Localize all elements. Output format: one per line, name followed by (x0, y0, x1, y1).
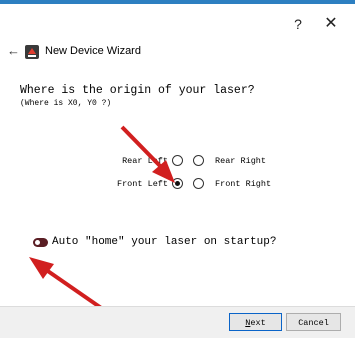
front-right-label: Front Right (215, 179, 272, 189)
rear-right-radio[interactable] (193, 155, 204, 166)
cancel-button[interactable]: Cancel (286, 313, 341, 331)
back-arrow-icon[interactable]: ← (7, 43, 20, 58)
origin-question-hint: (Where is X0, Y0 ?) (20, 99, 112, 108)
front-right-radio[interactable] (193, 178, 204, 189)
front-left-label: Front Left (116, 179, 168, 189)
close-button[interactable]: ✕ (321, 14, 341, 34)
origin-question: Where is the origin of your laser? (20, 84, 255, 97)
help-button[interactable]: ? (288, 14, 308, 34)
next-label-rest: ext (250, 318, 266, 328)
auto-home-toggle[interactable] (33, 238, 48, 247)
toggle-knob (35, 240, 40, 245)
title-bar: ? ✕ (0, 4, 355, 42)
wizard-footer: Next Cancel (0, 306, 355, 338)
front-left-radio[interactable] (172, 178, 183, 189)
wizard-app-icon (25, 45, 39, 59)
rear-right-label: Rear Right (215, 156, 267, 166)
wizard-header: ← New Device Wizard (0, 42, 355, 64)
rear-left-radio[interactable] (172, 155, 183, 166)
arrow-to-toggle-head (29, 257, 54, 279)
next-button[interactable]: Next (229, 313, 282, 331)
wizard-title: New Device Wizard (45, 45, 141, 57)
radio-selected-dot (175, 181, 180, 186)
auto-home-label: Auto "home" your laser on startup? (52, 236, 277, 248)
rear-left-label: Rear Left (122, 156, 168, 166)
